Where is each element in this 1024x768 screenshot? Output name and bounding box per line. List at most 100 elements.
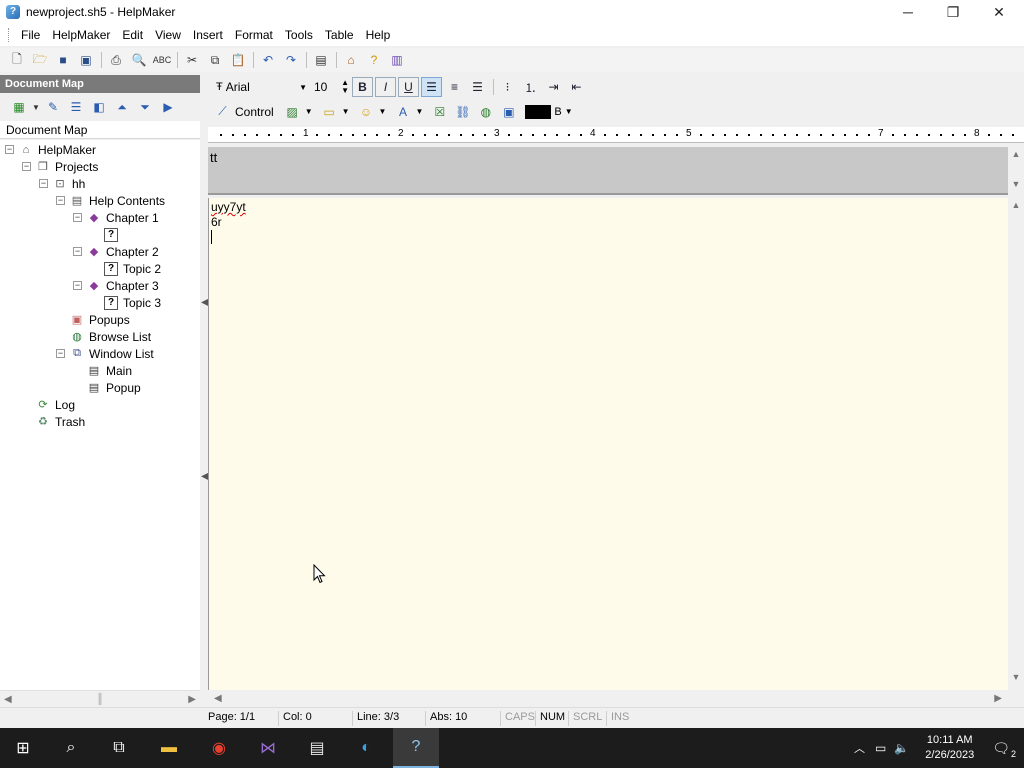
- undo-icon[interactable]: ↶: [257, 49, 279, 71]
- scroll-up-icon[interactable]: ▲: [1008, 149, 1024, 159]
- scroll-right-icon[interactable]: ▶: [188, 694, 196, 705]
- control-button[interactable]: Control: [235, 105, 274, 119]
- topic-editor[interactable]: uyy7yt 6r: [208, 198, 1008, 690]
- file-explorer-icon[interactable]: ▬: [146, 728, 192, 768]
- image-icon[interactable]: ▨: [282, 102, 303, 122]
- panel-splitter[interactable]: ◀ ◀: [200, 75, 209, 707]
- open-folder-icon[interactable]: 🗁: [29, 49, 51, 71]
- tree-expander-icon[interactable]: −: [56, 349, 65, 358]
- helpmaker-taskbar-icon[interactable]: ?: [393, 728, 439, 768]
- list-icon[interactable]: ☰: [65, 96, 87, 118]
- tree-item[interactable]: − ▤ Help Contents: [56, 192, 166, 209]
- tree-item[interactable]: ⟳ Log: [22, 396, 76, 413]
- menu-insert[interactable]: Insert: [187, 26, 229, 44]
- compile-icon[interactable]: ⌂: [340, 49, 362, 71]
- header-vertical-scrollbar[interactable]: ▲ ▼: [1008, 147, 1024, 195]
- book-tool-icon[interactable]: ▥: [386, 49, 408, 71]
- font-select[interactable]: Ŧ Arial ▼: [212, 78, 310, 96]
- copy-icon[interactable]: ⧉: [204, 49, 226, 71]
- link-icon[interactable]: ⛓: [452, 102, 473, 122]
- tree-expander-icon[interactable]: −: [22, 162, 31, 171]
- menu-tools[interactable]: Tools: [279, 26, 319, 44]
- move-up-icon[interactable]: ⏶: [111, 96, 133, 118]
- scroll-down-icon[interactable]: ▼: [1008, 179, 1024, 189]
- tree-expander-icon[interactable]: −: [73, 213, 82, 222]
- scroll-right-icon[interactable]: ▶: [994, 693, 1002, 704]
- clock[interactable]: 10:11 AM 2/26/2023: [913, 733, 986, 763]
- numbered-list-button[interactable]: ⒈: [520, 77, 541, 97]
- tree-expander-icon[interactable]: −: [5, 145, 14, 154]
- print-icon[interactable]: ⎙: [105, 49, 127, 71]
- tree-item[interactable]: − ⊡ hh: [39, 175, 86, 192]
- move-right-icon[interactable]: ▶: [157, 96, 179, 118]
- save-all-icon[interactable]: ▣: [75, 49, 97, 71]
- menu-help[interactable]: Help: [360, 26, 397, 44]
- note-icon[interactable]: ▭: [319, 102, 340, 122]
- italic-button[interactable]: I: [375, 77, 396, 97]
- search-icon[interactable]: ⌕: [48, 728, 94, 768]
- tree-item[interactable]: − ◆ Chapter 1: [73, 209, 160, 226]
- bullet-list-button[interactable]: ⁝: [497, 77, 518, 97]
- window-link-icon[interactable]: ▣: [498, 102, 519, 122]
- tree-item[interactable]: ▤ Main: [73, 362, 133, 379]
- tree-item[interactable]: ♻ Trash: [22, 413, 86, 430]
- tree-item[interactable]: ?: [90, 226, 124, 243]
- indent-button[interactable]: ⇥: [543, 77, 564, 97]
- color-label[interactable]: B: [554, 106, 561, 118]
- add-item-icon[interactable]: ▦: [8, 96, 30, 118]
- tree-expander-icon[interactable]: −: [73, 281, 82, 290]
- chevron-down-icon[interactable]: ▼: [379, 107, 387, 116]
- tree-expander-icon[interactable]: −: [56, 196, 65, 205]
- save-icon[interactable]: ■: [52, 49, 74, 71]
- restore-button[interactable]: ❐: [930, 0, 976, 24]
- scroll-left-icon[interactable]: ◀: [4, 694, 12, 705]
- align-right-button[interactable]: ☰: [467, 77, 488, 97]
- chevron-down-icon[interactable]: ▼: [565, 107, 573, 116]
- close-button[interactable]: ✕: [976, 0, 1022, 24]
- underline-button[interactable]: U: [398, 77, 419, 97]
- cut-icon[interactable]: ✂: [181, 49, 203, 71]
- tree-item[interactable]: ? Topic 3: [90, 294, 162, 311]
- spellcheck-icon[interactable]: ABC: [151, 49, 173, 71]
- hotspot-icon[interactable]: ☒: [429, 102, 450, 122]
- ruler[interactable]: 1 2 3 4 5 7 8: [208, 127, 1024, 143]
- globe-icon[interactable]: ◍: [475, 102, 496, 122]
- menu-view[interactable]: View: [149, 26, 187, 44]
- menu-format[interactable]: Format: [229, 26, 279, 44]
- move-left-icon[interactable]: ◧: [88, 96, 110, 118]
- menu-helpmaker[interactable]: HelpMaker: [46, 26, 116, 44]
- tree-expander-icon[interactable]: −: [39, 179, 48, 188]
- tree-item[interactable]: − ❐ Projects: [22, 158, 99, 175]
- network-icon[interactable]: ▭: [871, 741, 890, 755]
- tree-item[interactable]: ◍ Browse List: [56, 328, 152, 345]
- tree-item[interactable]: − ◆ Chapter 3: [73, 277, 160, 294]
- menu-file[interactable]: File: [15, 26, 46, 44]
- dropdown-arrow-icon[interactable]: ▼: [31, 96, 41, 118]
- minimize-button[interactable]: ─: [885, 0, 931, 24]
- move-down-icon[interactable]: ⏷: [134, 96, 156, 118]
- edge-icon[interactable]: ◐: [343, 728, 389, 768]
- paste-icon[interactable]: 📋: [227, 49, 249, 71]
- align-center-button[interactable]: ≡: [444, 77, 465, 97]
- font-size-select[interactable]: 10 ▲ ▼: [310, 78, 352, 96]
- scroll-down-icon[interactable]: ▼: [1008, 672, 1024, 682]
- notification-center-icon[interactable]: 🗨 2: [986, 740, 1024, 759]
- print-preview-icon[interactable]: 🔍: [128, 49, 150, 71]
- text-color-swatch[interactable]: [525, 104, 552, 119]
- tree-expander-icon[interactable]: −: [73, 247, 82, 256]
- outdent-button[interactable]: ⇤: [566, 77, 587, 97]
- tree-item[interactable]: − ◆ Chapter 2: [73, 243, 160, 260]
- windows-start-icon[interactable]: ⊞: [0, 728, 46, 768]
- editor-horizontal-scrollbar[interactable]: ◀ ▶: [208, 690, 1008, 707]
- tree-item[interactable]: ? Topic 2: [90, 260, 162, 277]
- topic-header-pane[interactable]: tt: [208, 147, 1008, 195]
- smiley-icon[interactable]: ☺: [356, 102, 377, 122]
- control-icon[interactable]: ⟋: [212, 102, 233, 122]
- text-style-icon[interactable]: A: [392, 102, 413, 122]
- tree-item[interactable]: ▣ Popups: [56, 311, 131, 328]
- align-left-button[interactable]: ☰: [421, 77, 442, 97]
- properties-icon[interactable]: ▤: [310, 49, 332, 71]
- task-view-icon[interactable]: ⧉: [96, 728, 142, 768]
- chevron-down-icon[interactable]: ▼: [415, 107, 423, 116]
- redo-icon[interactable]: ↷: [280, 49, 302, 71]
